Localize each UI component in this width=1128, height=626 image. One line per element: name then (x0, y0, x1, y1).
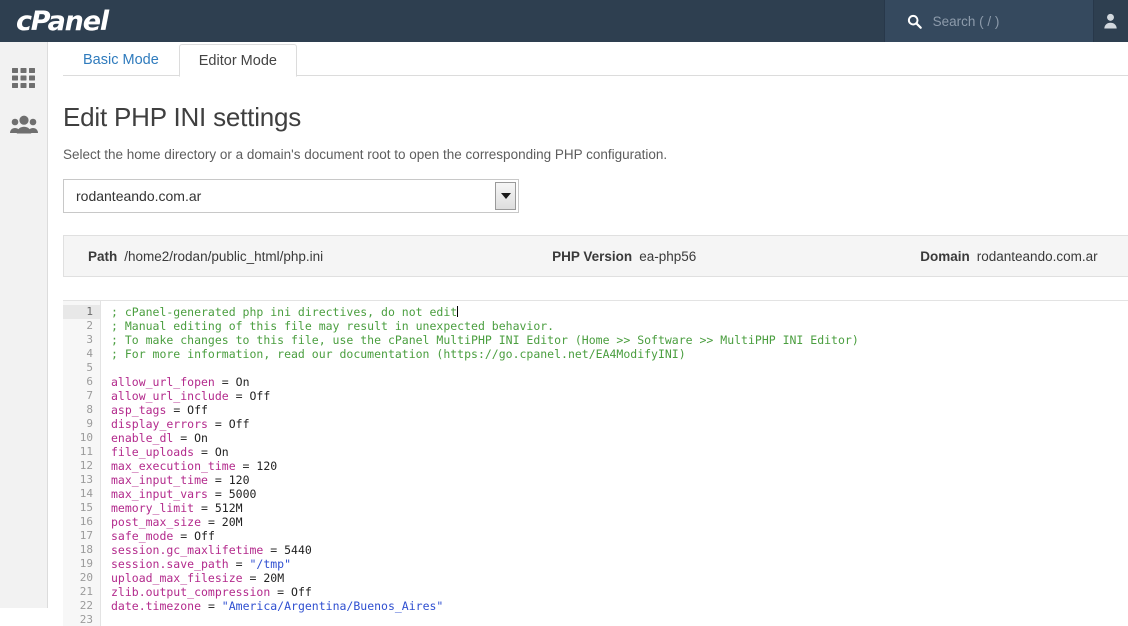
code-line: upload_max_filesize = 20M (111, 571, 285, 585)
line-number: 22 (79, 599, 93, 612)
code-line: ; For more information, read our documen… (111, 347, 686, 361)
code-line: session.save_path = "/tmp" (111, 557, 292, 571)
sidebar (0, 42, 48, 608)
line-number: 2 (86, 319, 93, 332)
line-number: 10 (79, 431, 93, 444)
info-field-path: Path /home2/rodan/public_html/php.ini (88, 249, 323, 264)
line-number: 1 (63, 305, 100, 319)
domain-select-wrapper: rodanteando.com.ar (63, 179, 519, 213)
chevron-down-icon[interactable] (495, 182, 516, 210)
file-info-bar: Path /home2/rodan/public_html/php.ini PH… (63, 235, 1128, 277)
sidebar-item-apps[interactable] (0, 56, 47, 102)
code-line: file_uploads = On (111, 445, 229, 459)
line-number: 7 (86, 389, 93, 402)
app-header: cPanel (0, 0, 1128, 42)
code-line: ​ (111, 361, 1128, 375)
code-line: asp_tags = Off (111, 403, 208, 417)
grid-apps-icon (11, 68, 35, 88)
line-number: 5 (86, 361, 93, 374)
code-line: display_errors = Off (111, 417, 250, 431)
code-line: session.gc_maxlifetime = 5440 (111, 543, 312, 557)
caret-glyph (500, 193, 511, 199)
line-number: 9 (86, 417, 93, 430)
code-line: max_input_time = 120 (111, 473, 250, 487)
tab-editor-mode[interactable]: Editor Mode (178, 44, 297, 77)
page-subtitle: Select the home directory or a domain's … (63, 147, 668, 162)
line-number: 20 (79, 571, 93, 584)
line-number: 8 (86, 403, 93, 416)
php-ini-code-editor[interactable]: 1 2 3 4 5 6 7 8 9 10 11 12 13 14 15 16 17 18 19 20 21 22 23 ; … (63, 300, 1128, 626)
code-line: date.timezone = "America/Argentina/Bueno… (111, 599, 444, 613)
code-line: ; To make changes to this file, use the … (111, 333, 859, 347)
path-value: /home2/rodan/public_html/php.ini (124, 248, 324, 264)
line-number: 6 (86, 375, 93, 388)
code-line: max_input_vars = 5000 (111, 487, 257, 501)
info-field-php-version: PHP Version ea-php56 (552, 249, 696, 264)
text-cursor (457, 306, 459, 317)
search-input[interactable] (932, 13, 1093, 29)
editor-line-number-gutter: 1 2 3 4 5 6 7 8 9 10 11 12 13 14 15 16 17 18 19 20 21 22 23 (63, 301, 101, 626)
mode-tabs: Basic Mode Editor Mode (63, 42, 1128, 77)
line-number: 3 (86, 333, 93, 346)
code-line: allow_url_fopen = On (111, 375, 250, 389)
editor-code-area[interactable]: ; cPanel-generated php ini directives, d… (101, 301, 1128, 626)
code-line: enable_dl = On (111, 431, 208, 445)
path-label: Path (88, 248, 118, 264)
code-line: allow_url_include = Off (111, 389, 271, 403)
code-line: ; cPanel-generated php ini directives, d… (111, 305, 459, 319)
user-menu-button[interactable] (1094, 0, 1128, 42)
search-icon (907, 14, 922, 29)
line-number: 12 (79, 459, 93, 472)
domain-value: rodanteando.com.ar (976, 248, 1098, 264)
code-line: safe_mode = Off (111, 529, 215, 543)
info-field-domain: Domain rodanteando.com.ar (920, 249, 1097, 264)
search-box[interactable] (883, 0, 1094, 42)
code-line: zlib.output_compression = Off (111, 585, 312, 599)
code-line: max_execution_time = 120 (111, 459, 278, 473)
sidebar-item-users[interactable] (0, 102, 47, 148)
php-version-label: PHP Version (552, 248, 633, 264)
page-title: Edit PHP INI settings (63, 102, 302, 132)
code-line: memory_limit = 512M (111, 501, 243, 515)
code-line: ; Manual editing of this file may result… (111, 319, 555, 333)
tab-basic-mode[interactable]: Basic Mode (63, 43, 179, 76)
user-icon (1104, 13, 1117, 29)
main-content: Basic Mode Editor Mode Edit PHP INI sett… (48, 42, 1128, 626)
line-number: 11 (79, 445, 93, 458)
line-number: 21 (79, 585, 93, 598)
brand-area: cPanel (0, 0, 884, 42)
php-version-value: ea-php56 (639, 248, 697, 264)
domain-select[interactable]: rodanteando.com.ar (63, 179, 519, 213)
line-number: 15 (79, 501, 93, 514)
line-number: 14 (79, 487, 93, 500)
users-group-icon (9, 115, 38, 134)
line-number: 18 (79, 543, 93, 556)
code-line: post_max_size = 20M (111, 515, 243, 529)
line-number: 17 (79, 529, 93, 542)
code-line: ​ (111, 613, 1128, 626)
line-number: 4 (86, 347, 93, 360)
line-number: 23 (79, 613, 93, 626)
line-number: 19 (79, 557, 93, 570)
line-number: 16 (79, 515, 93, 528)
line-number: 13 (79, 473, 93, 486)
domain-label: Domain (920, 248, 970, 264)
cpanel-logo[interactable]: cPanel (16, 6, 109, 37)
